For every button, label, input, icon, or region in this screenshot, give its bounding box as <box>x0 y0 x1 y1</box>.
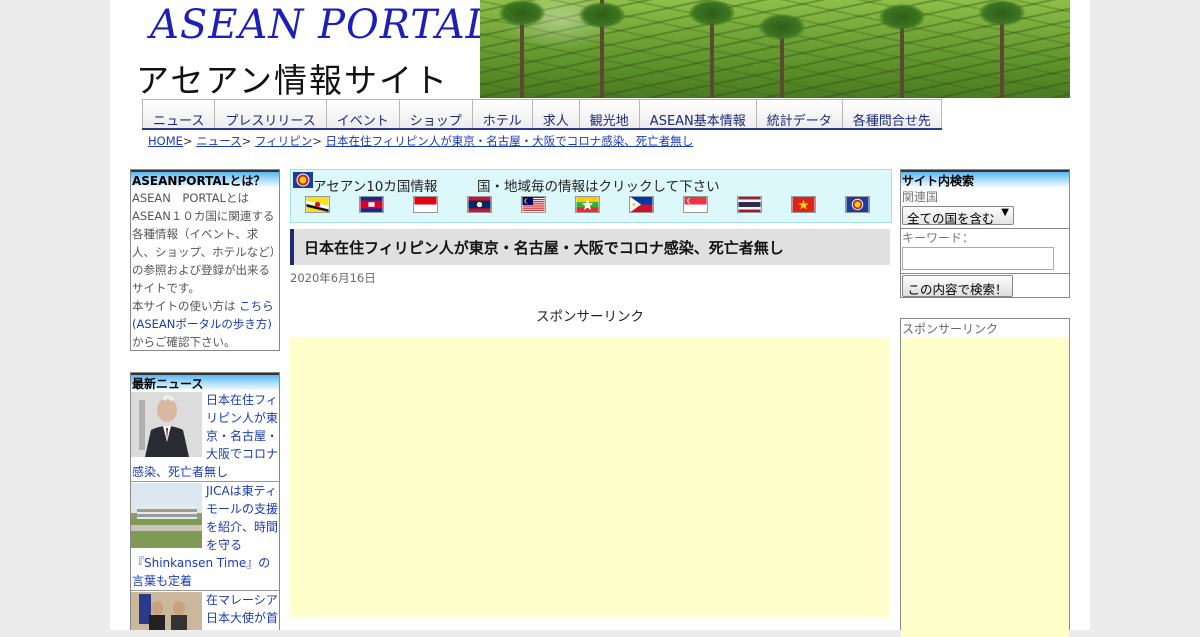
brunei-flag-icon[interactable] <box>305 196 330 213</box>
news-item[interactable]: 日本在住フィリピン人が東京・名古屋・大阪でコロナ感染、死亡者無し <box>131 391 279 482</box>
palm-leaves <box>879 4 925 30</box>
myanmar-flag-icon[interactable] <box>575 196 600 213</box>
article-title: 日本在住フィリピン人が東京・名古屋・大阪でコロナ感染、死亡者無し <box>290 229 890 265</box>
asean-countries-bar: アセアン10カ国情報 国・地域毎の情報はクリックして下さい <box>290 169 892 223</box>
right-ad-box: スポンサーリンク <box>900 318 1070 637</box>
news-thumbnail[interactable] <box>131 392 202 457</box>
dropdown-arrow-icon: ▼ <box>1001 207 1009 218</box>
news-item[interactable]: 在マレーシア日本大使が首 <box>131 591 279 630</box>
country-select-value: 全ての国を含む <box>907 211 995 226</box>
about-guide-suffix: からご確認下さい。 <box>132 335 236 349</box>
breadcrumb-home[interactable]: HOME <box>148 134 183 148</box>
thailand-flag-icon[interactable] <box>737 196 762 213</box>
header-banner-rice-terrace-image <box>480 0 1070 98</box>
nav-jobs[interactable]: 求人 <box>532 99 580 129</box>
country-label: 関連国 <box>902 190 939 204</box>
nav-sightseeing[interactable]: 観光地 <box>579 99 640 129</box>
breadcrumb-country[interactable]: フィリピン <box>255 134 312 148</box>
man-in-suit-photo-icon <box>131 392 202 457</box>
about-text-block: ASEAN PORTALとはASEAN１０カ国に関連する各種情報（イベント、求人… <box>131 188 279 352</box>
country-select[interactable]: 全ての国を含む ▼ <box>902 206 1014 226</box>
nav-news[interactable]: ニュース <box>142 99 216 129</box>
nav-press-release[interactable]: プレスリリース <box>215 99 327 129</box>
logo-japanese[interactable]: アセアン情報サイト <box>136 54 449 102</box>
latest-news-title: 最新ニュース <box>131 373 279 391</box>
nav-contacts[interactable]: 各種問合せ先 <box>842 99 942 129</box>
ambassador-photo-icon <box>131 592 202 630</box>
divider <box>901 273 1069 274</box>
about-box: ASEANPORTALとは？ ASEAN PORTALとはASEAN１０カ国に関… <box>130 169 280 351</box>
search-title: サイト内検索 <box>901 170 1069 188</box>
cambodia-flag-icon[interactable] <box>359 196 384 213</box>
news-thumbnail[interactable] <box>131 483 202 548</box>
breadcrumb-separator: > <box>182 134 193 148</box>
palm-leaves <box>689 0 735 26</box>
page: ASEAN PORTAL アセアン情報サイト ニュース プレスリリース イベント… <box>110 0 1090 637</box>
search-submit-button[interactable]: この内容で検索！ <box>902 275 1013 297</box>
philippines-flag-icon[interactable] <box>629 196 654 213</box>
about-title: ASEANPORTALとは？ <box>131 170 279 188</box>
nav-shop[interactable]: ショップ <box>399 99 473 129</box>
breadcrumb-separator: > <box>241 134 252 148</box>
nav-statistics[interactable]: 統計データ <box>756 99 843 129</box>
news-item[interactable]: JICAは東ティモールの支援を紹介、時間を守る『Shinkansen Time』… <box>131 482 279 591</box>
asean-emblem-icon <box>293 172 313 188</box>
site-search-box: サイト内検索 関連国 全ての国を含む ▼ キーワード： この内容で検索！ <box>900 169 1070 298</box>
breadcrumb-news[interactable]: ニュース <box>196 134 241 148</box>
nav-hotel[interactable]: ホテル <box>472 99 533 129</box>
right-sponsor-label: スポンサーリンク <box>902 322 999 336</box>
nav-asean-basic-info[interactable]: ASEAN基本情報 <box>639 99 757 129</box>
news-thumbnail[interactable] <box>131 592 202 630</box>
countries-title: アセアン10カ国情報 <box>313 179 438 195</box>
nav-event[interactable]: イベント <box>326 99 400 129</box>
laos-flag-icon[interactable] <box>467 196 492 213</box>
indonesia-flag-icon[interactable] <box>413 196 438 213</box>
building-photo-icon <box>131 483 202 548</box>
breadcrumb: HOME> ニュース> フィリピン> 日本在住フィリピン人が東京・名古屋・大阪で… <box>148 133 693 149</box>
breadcrumb-current[interactable]: 日本在住フィリピン人が東京・名古屋・大阪でコロナ感染、死亡者無し <box>326 134 694 148</box>
latest-news-box: 最新ニュース 日本在住フィリピン人が東京・名古屋・大阪でコロナ感染、死亡者無し <box>130 372 280 630</box>
palm-leaves <box>579 2 625 28</box>
palm-leaves <box>759 14 805 40</box>
about-description: ASEAN PORTALとはASEAN１０カ国に関連する各種情報（イベント、求人… <box>132 191 276 295</box>
ad-slot-right[interactable] <box>901 337 1069 637</box>
vietnam-flag-icon[interactable] <box>791 196 816 213</box>
asean-flag-icon[interactable] <box>845 196 870 213</box>
singapore-flag-icon[interactable] <box>683 196 708 213</box>
main-nav: ニュース プレスリリース イベント ショップ ホテル 求人 観光地 ASEAN基… <box>142 99 942 130</box>
breadcrumb-separator: > <box>312 134 322 148</box>
keyword-label: キーワード： <box>902 231 975 245</box>
about-guide-prefix: 本サイトの使い方は <box>132 299 236 313</box>
logo-english[interactable]: ASEAN PORTAL <box>150 2 493 48</box>
countries-note: 国・地域毎の情報はクリックして下さい <box>477 179 720 195</box>
ad-slot-center[interactable] <box>290 337 890 617</box>
article-date: 2020年6月16日 <box>290 271 376 285</box>
palm-leaves <box>979 0 1025 26</box>
palm-leaves <box>499 0 545 26</box>
sponsor-label: スポンサーリンク <box>536 309 644 325</box>
keyword-input[interactable] <box>902 247 1054 270</box>
malaysia-flag-icon[interactable] <box>521 196 546 213</box>
